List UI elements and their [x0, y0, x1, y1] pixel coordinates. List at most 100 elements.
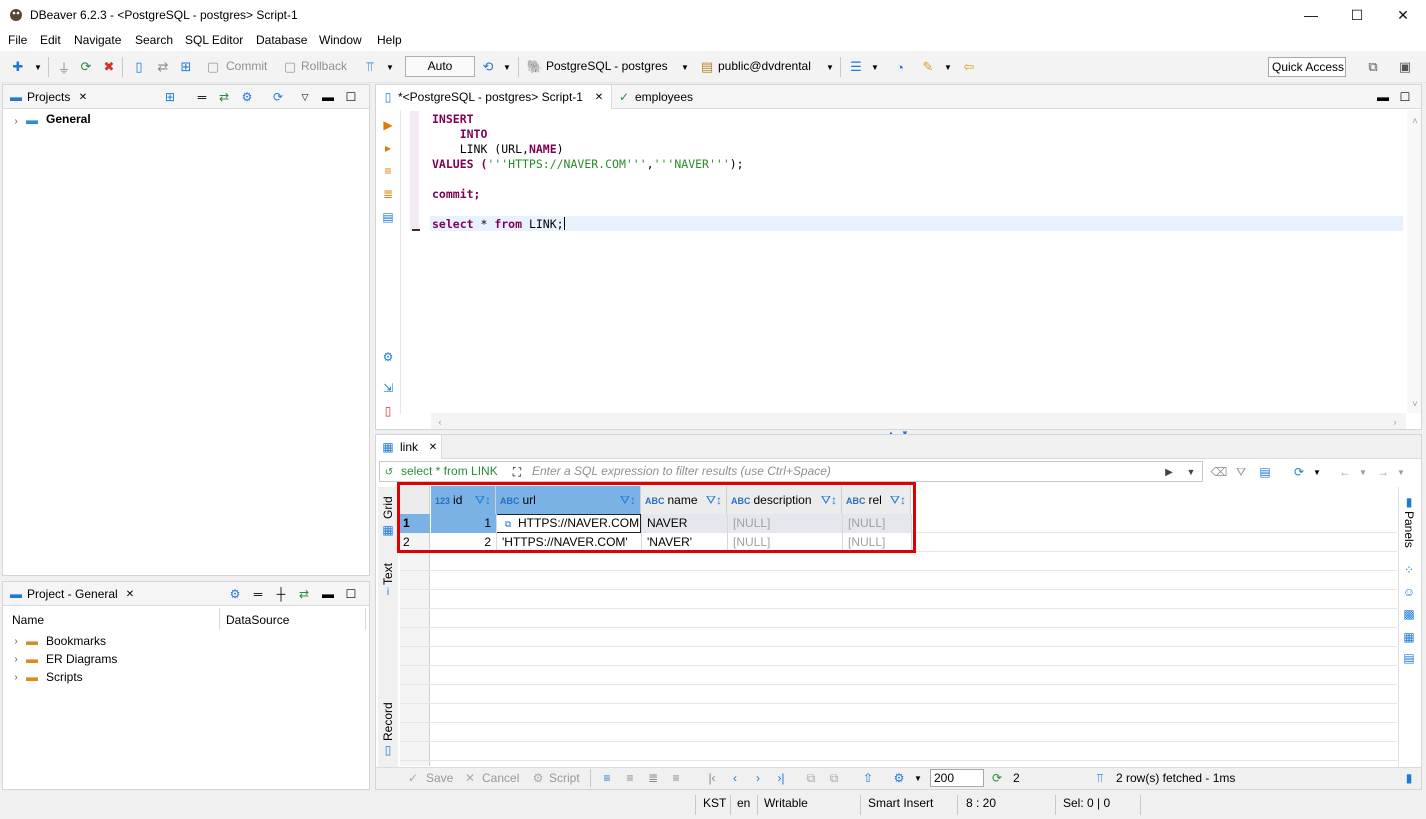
- menu-sql-editor[interactable]: SQL Editor: [185, 33, 243, 47]
- collapse-icon[interactable]: ═: [251, 587, 265, 601]
- dropdown-arrow-icon[interactable]: ▼: [911, 771, 925, 785]
- maximize-button[interactable]: ☐: [1334, 0, 1380, 30]
- rollback-icon[interactable]: ▢: [282, 59, 298, 75]
- tools-icon[interactable]: ✎: [920, 59, 936, 75]
- grid-view-tab[interactable]: Grid: [381, 496, 395, 519]
- dropdown-arrow-icon[interactable]: ▼: [867, 59, 883, 75]
- maximize-icon[interactable]: ☐: [344, 90, 358, 104]
- code-line-8[interactable]: select * from LINK;: [432, 217, 565, 231]
- settings-gear-icon[interactable]: ⚙: [381, 350, 395, 364]
- view-menu-icon[interactable]: ▽: [298, 90, 312, 104]
- active-schema-selector[interactable]: public@dvdrental: [718, 59, 811, 73]
- save-button[interactable]: Save: [426, 771, 453, 785]
- reconnect-icon[interactable]: ⟳: [78, 59, 94, 75]
- scroll-up-icon[interactable]: ˄: [1408, 114, 1422, 128]
- expand-filter-icon[interactable]: ⛶: [510, 465, 524, 479]
- dropdown-arrow-icon[interactable]: ▼: [1310, 465, 1324, 479]
- code-line-2[interactable]: INTO: [432, 127, 488, 141]
- previous-icon[interactable]: ←: [1338, 465, 1352, 479]
- code-line-4[interactable]: VALUES ('''HTTPS://NAVER.COM''','''NAVER…: [432, 157, 744, 171]
- column-header-name[interactable]: Name: [12, 613, 44, 627]
- cancel-icon[interactable]: ✕: [463, 771, 477, 785]
- close-icon[interactable]: ✕: [123, 587, 137, 601]
- delete-row-icon[interactable]: ≡: [669, 771, 683, 785]
- disconnect-icon[interactable]: ✖: [101, 59, 117, 75]
- fetch-all-icon[interactable]: ⧉: [827, 771, 841, 785]
- maximize-icon[interactable]: ☐: [344, 587, 358, 601]
- auto-commit-mode[interactable]: Auto: [405, 56, 475, 77]
- link-editor-icon[interactable]: ⇄: [297, 587, 311, 601]
- panels-tab[interactable]: Panels: [1402, 511, 1416, 548]
- code-line-6[interactable]: commit;: [432, 187, 480, 201]
- script-button[interactable]: Script: [549, 771, 580, 785]
- menu-file[interactable]: File: [8, 33, 27, 47]
- fetch-size-input[interactable]: 200: [930, 769, 984, 787]
- add-row-icon[interactable]: ≡: [623, 771, 637, 785]
- open-perspective-icon[interactable]: ⧉: [1365, 59, 1381, 75]
- settings-gear-icon[interactable]: ⚙: [240, 90, 254, 104]
- back-icon[interactable]: ⇦: [961, 59, 977, 75]
- panels-icon[interactable]: ▮: [1402, 495, 1416, 509]
- minimize-icon[interactable]: ▬: [321, 90, 335, 104]
- text-view-tab[interactable]: Text: [381, 563, 395, 585]
- next-icon[interactable]: →: [1376, 465, 1390, 479]
- settings-gear-icon[interactable]: ⚙: [892, 771, 906, 785]
- new-connection-icon[interactable]: ✚: [10, 59, 26, 75]
- rollback-button[interactable]: Rollback: [301, 59, 347, 73]
- commit-button[interactable]: Commit: [226, 59, 267, 73]
- history-icon[interactable]: ⟲: [480, 59, 496, 75]
- metadata-icon[interactable]: ▩: [1402, 607, 1416, 621]
- active-connection-selector[interactable]: PostgreSQL - postgres: [546, 59, 668, 73]
- quick-access-input[interactable]: Quick Access: [1268, 57, 1346, 77]
- erase-filter-icon[interactable]: ⌫: [1211, 465, 1228, 479]
- dropdown-arrow-icon[interactable]: ▼: [30, 59, 46, 75]
- filter-input[interactable]: Enter a SQL expression to filter results…: [532, 464, 831, 478]
- close-icon[interactable]: ✕: [592, 90, 606, 104]
- first-page-icon[interactable]: |‹: [705, 771, 719, 785]
- minimize-button[interactable]: —: [1288, 0, 1334, 30]
- transaction-mode-icon[interactable]: ⇄: [155, 59, 171, 75]
- panel-toggle-icon[interactable]: ▮: [1402, 771, 1416, 785]
- scroll-right-icon[interactable]: ›: [1388, 415, 1402, 429]
- scroll-down-icon[interactable]: ˅: [1408, 397, 1422, 411]
- explain-plan-icon[interactable]: ▤: [381, 210, 395, 224]
- tree-item-scripts[interactable]: Scripts: [46, 670, 83, 684]
- dropdown-arrow-icon[interactable]: ▼: [822, 59, 838, 75]
- new-project-icon[interactable]: ⊞: [163, 90, 177, 104]
- previous-page-icon[interactable]: ‹: [728, 771, 742, 785]
- settings-gear-icon[interactable]: ⚙: [228, 587, 242, 601]
- refresh-icon[interactable]: ⟳: [271, 90, 285, 104]
- code-line-3[interactable]: LINK (URL,NAME): [432, 142, 564, 156]
- dropdown-arrow-icon[interactable]: ▼: [1394, 465, 1408, 479]
- commit-icon[interactable]: ▢: [205, 59, 221, 75]
- row-count-refresh-icon[interactable]: ⟳: [990, 771, 1004, 785]
- editor-horizontal-scrollbar[interactable]: [431, 413, 1406, 429]
- dbeaver-perspective-icon[interactable]: ▣: [1397, 59, 1413, 75]
- menu-help[interactable]: Help: [377, 33, 402, 47]
- text-icon[interactable]: ⅰ: [381, 585, 395, 599]
- refresh-results-icon[interactable]: ⟳: [1292, 465, 1306, 479]
- close-button[interactable]: ✕: [1380, 0, 1426, 30]
- record-view-tab[interactable]: Record: [381, 702, 395, 741]
- dropdown-arrow-icon[interactable]: ▼: [940, 59, 956, 75]
- project-general[interactable]: General: [46, 112, 91, 126]
- menu-window[interactable]: Window: [319, 33, 362, 47]
- tree-item-er-diagrams[interactable]: ER Diagrams: [46, 652, 117, 666]
- dropdown-arrow-icon[interactable]: ▼: [677, 59, 693, 75]
- filter-settings-icon[interactable]: ⛛: [1234, 465, 1248, 479]
- next-page-icon[interactable]: ›: [751, 771, 765, 785]
- maximize-icon[interactable]: ☐: [1398, 90, 1412, 104]
- tree-item-bookmarks[interactable]: Bookmarks: [46, 634, 106, 648]
- scroll-left-icon[interactable]: ‹: [433, 415, 447, 429]
- calc-icon[interactable]: ▦: [1402, 630, 1416, 644]
- execute-script-icon[interactable]: ≡: [381, 164, 395, 178]
- record-icon[interactable]: ▯: [381, 743, 395, 757]
- value-viewer-icon[interactable]: ⁘: [1402, 563, 1416, 577]
- aggregate-icon[interactable]: ☺: [1402, 585, 1416, 599]
- execute-script-new-tab-icon[interactable]: ≣: [381, 187, 395, 201]
- transaction-log-icon[interactable]: ⫪: [362, 59, 378, 75]
- menu-navigate[interactable]: Navigate: [74, 33, 121, 47]
- menu-edit[interactable]: Edit: [40, 33, 61, 47]
- editor-vertical-scrollbar[interactable]: [1407, 110, 1421, 413]
- minimize-icon[interactable]: ▬: [1376, 90, 1390, 104]
